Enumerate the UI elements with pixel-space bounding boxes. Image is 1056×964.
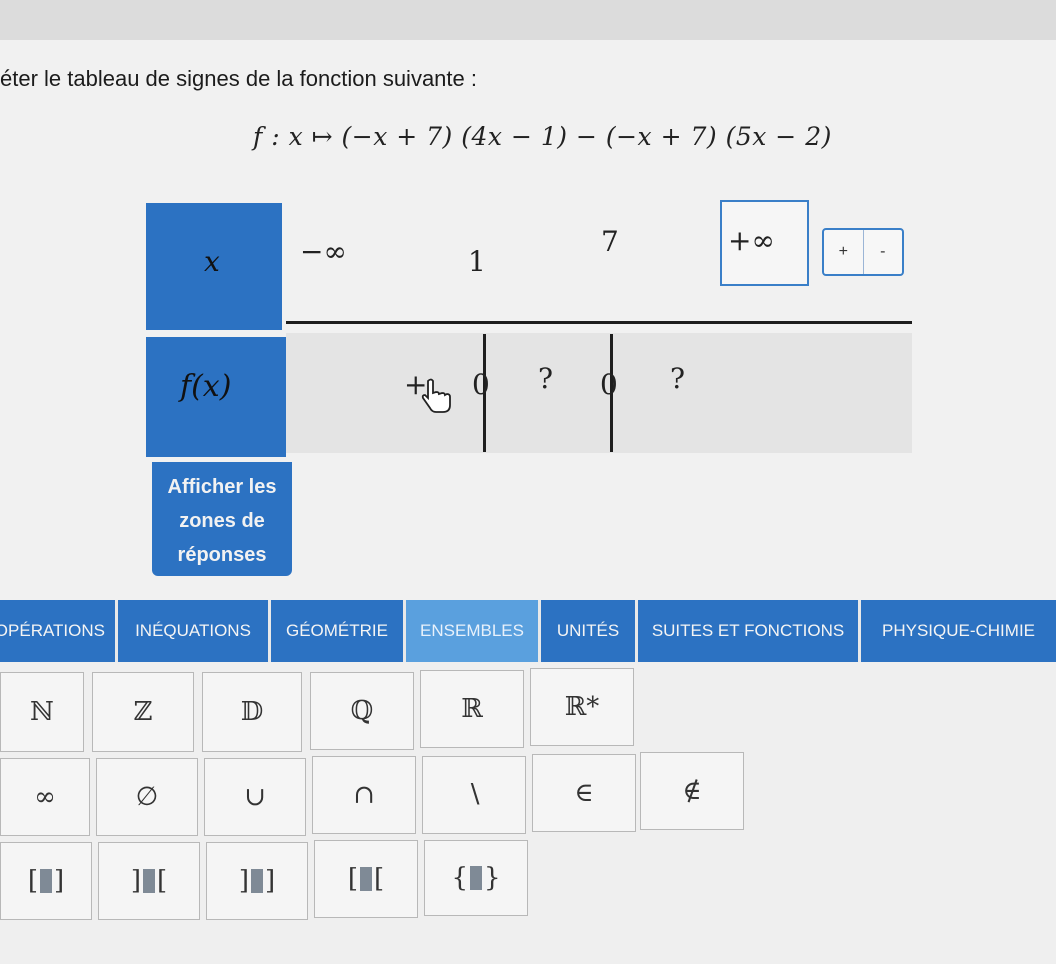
key-nonzero-reals[interactable]: ℝ* — [530, 668, 634, 746]
placeholder-icon — [360, 867, 372, 891]
key-closed-interval[interactable]: [] — [0, 842, 92, 920]
key-closed-interval-left: [ — [27, 866, 38, 896]
x-value-plus-infinity-input[interactable]: +∞ — [720, 200, 809, 286]
key-empty-set[interactable]: ∅ — [96, 758, 198, 836]
key-element-of[interactable]: ∈ — [532, 754, 636, 832]
key-open-interval[interactable]: ][ — [98, 842, 200, 920]
key-set-braces[interactable]: {} — [424, 840, 528, 916]
key-left-open-interval-left: ] — [238, 866, 249, 896]
sign-interval-3[interactable]: ? — [670, 362, 685, 395]
placeholder-icon — [251, 869, 263, 893]
key-reals[interactable]: ℝ — [420, 670, 524, 748]
x-row-header: x — [146, 203, 282, 330]
x-value-7[interactable]: 7 — [601, 225, 619, 258]
tab-operations[interactable]: OPÉRATIONS — [0, 600, 115, 662]
key-right-open-interval[interactable]: [[ — [314, 840, 418, 918]
sign-picker[interactable]: + - — [822, 228, 904, 276]
key-left-open-interval[interactable]: ]] — [206, 842, 308, 920]
browser-top-area — [0, 0, 1056, 40]
tab-physique-chimie[interactable]: PHYSIQUE-CHIMIE — [861, 600, 1056, 662]
key-right-open-interval-right: [ — [374, 864, 385, 894]
key-rationals[interactable]: ℚ — [310, 672, 414, 750]
x-value-minus-infinity: −∞ — [300, 235, 347, 268]
category-tabs: OPÉRATIONS INÉQUATIONS GÉOMÉTRIE ENSEMBL… — [0, 600, 1056, 662]
table-separator — [286, 321, 912, 324]
instruction-text: éter le tableau de signes de la fonction… — [0, 66, 477, 91]
show-answers-line-1: Afficher les — [167, 476, 277, 498]
key-open-interval-right: [ — [157, 866, 168, 896]
tab-unites[interactable]: UNITÉS — [541, 600, 635, 662]
placeholder-icon — [40, 869, 52, 893]
minus-sign-button[interactable]: - — [862, 230, 903, 274]
show-answer-zones-button[interactable]: Afficher les zones de réponses — [152, 462, 292, 576]
tab-suites-fonctions[interactable]: SUITES ET FONCTIONS — [638, 600, 858, 662]
fx-row-header: f(x) — [146, 337, 286, 457]
tab-ensembles[interactable]: ENSEMBLES — [406, 600, 538, 662]
sign-interval-2[interactable]: ? — [538, 362, 553, 395]
function-formula: f : x ↦ (−x + 7) (4x − 1) − (−x + 7) (5x… — [253, 122, 832, 151]
key-not-element-of[interactable]: ∉ — [640, 752, 744, 830]
key-left-open-interval-right: ] — [265, 866, 276, 896]
key-infinity[interactable]: ∞ — [0, 758, 90, 836]
sign-row[interactable] — [286, 333, 912, 453]
placeholder-icon — [470, 866, 482, 890]
key-integers[interactable]: ℤ — [92, 672, 194, 752]
tab-geometrie[interactable]: GÉOMÉTRIE — [271, 600, 403, 662]
key-intersection[interactable]: ∩ — [312, 756, 416, 834]
show-answers-line-2: zones de — [179, 510, 265, 532]
key-set-minus[interactable]: ∖ — [422, 756, 526, 834]
key-decimals[interactable]: 𝔻 — [202, 672, 302, 752]
key-union[interactable]: ∪ — [204, 758, 306, 836]
x-label: x — [204, 245, 220, 278]
zero-at-1[interactable]: 0 — [472, 368, 490, 401]
show-answers-line-3: réponses — [177, 544, 267, 566]
fx-label: f(x) — [180, 369, 232, 404]
key-naturals[interactable]: ℕ — [0, 672, 84, 752]
key-open-interval-left: ] — [130, 866, 141, 896]
placeholder-icon — [143, 869, 155, 893]
x-value-1[interactable]: 1 — [468, 245, 486, 278]
hand-pointer-icon — [421, 378, 451, 413]
key-closed-interval-right: ] — [54, 866, 65, 896]
key-right-open-interval-left: [ — [347, 864, 358, 894]
zero-at-7[interactable]: 0 — [600, 368, 618, 401]
tab-inequations[interactable]: INÉQUATIONS — [118, 600, 268, 662]
key-set-braces-right: } — [484, 863, 501, 893]
plus-sign-button[interactable]: + — [824, 230, 863, 274]
key-set-braces-left: { — [451, 863, 468, 893]
x-value-plus-infinity: +∞ — [728, 224, 775, 257]
